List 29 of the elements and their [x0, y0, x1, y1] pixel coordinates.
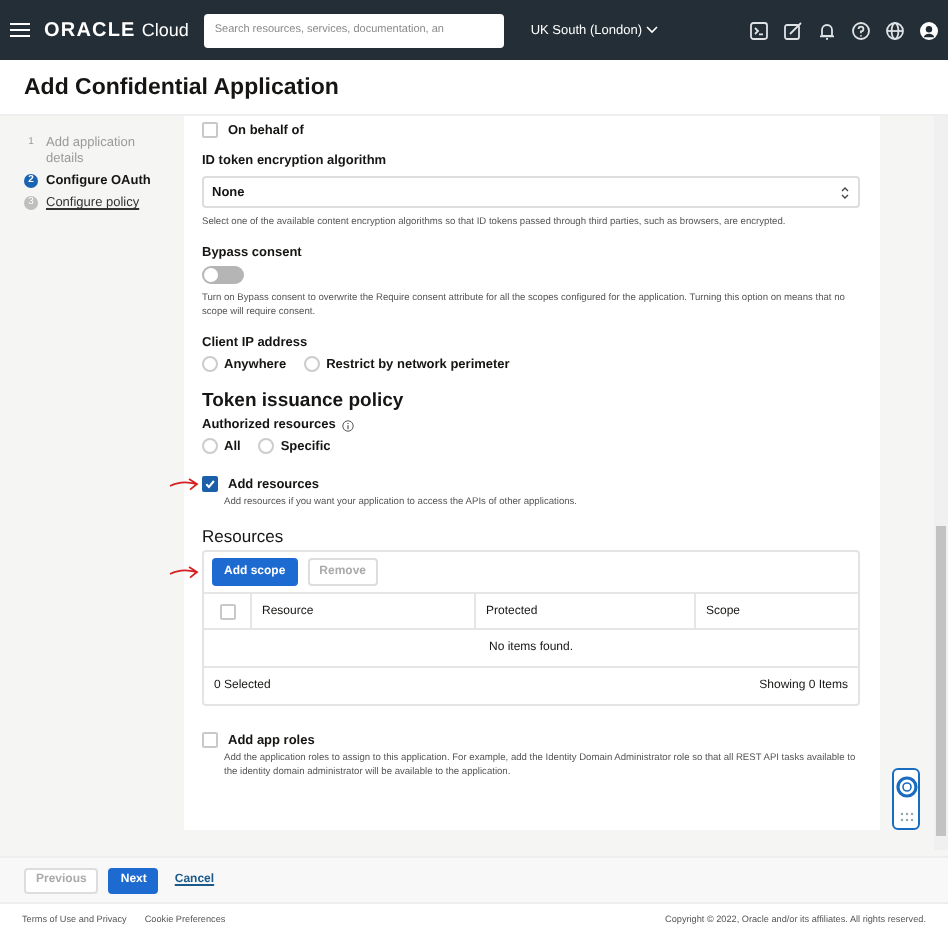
terminal-icon[interactable] — [750, 21, 768, 39]
radio-button[interactable] — [258, 438, 275, 454]
scrollbar[interactable] — [934, 116, 948, 850]
radio-button[interactable] — [202, 438, 218, 454]
info-icon[interactable] — [341, 419, 354, 431]
chevron-down-icon — [646, 26, 658, 34]
globe-icon[interactable] — [886, 21, 904, 39]
section-heading: Token issuance policy — [202, 390, 406, 412]
edit-icon[interactable] — [784, 21, 802, 39]
annotation-arrow-icon — [168, 564, 200, 580]
help-icon[interactable] — [852, 21, 870, 39]
sort-arrows-icon — [840, 185, 850, 199]
toggle-switch[interactable] — [202, 266, 244, 284]
menu-icon[interactable] — [10, 22, 30, 38]
checkmark-icon — [204, 478, 216, 490]
page-title: Add Confidential Application — [24, 75, 339, 99]
user-avatar-icon[interactable] — [920, 21, 938, 39]
dots-grid-icon — [899, 811, 913, 822]
scrollbar-thumb[interactable] — [936, 526, 946, 836]
radio-button[interactable] — [304, 356, 321, 372]
product-name: Cloud — [141, 19, 189, 39]
bell-icon[interactable] — [818, 21, 836, 39]
brand-logo[interactable]: ORACLE — [44, 19, 136, 41]
section-heading: Resources — [202, 526, 286, 546]
help-widget-button[interactable] — [892, 768, 920, 830]
lifebuoy-icon — [895, 776, 917, 799]
annotation-arrow-icon — [168, 476, 200, 492]
radio-button[interactable] — [202, 356, 218, 372]
checkbox[interactable] — [202, 476, 218, 492]
